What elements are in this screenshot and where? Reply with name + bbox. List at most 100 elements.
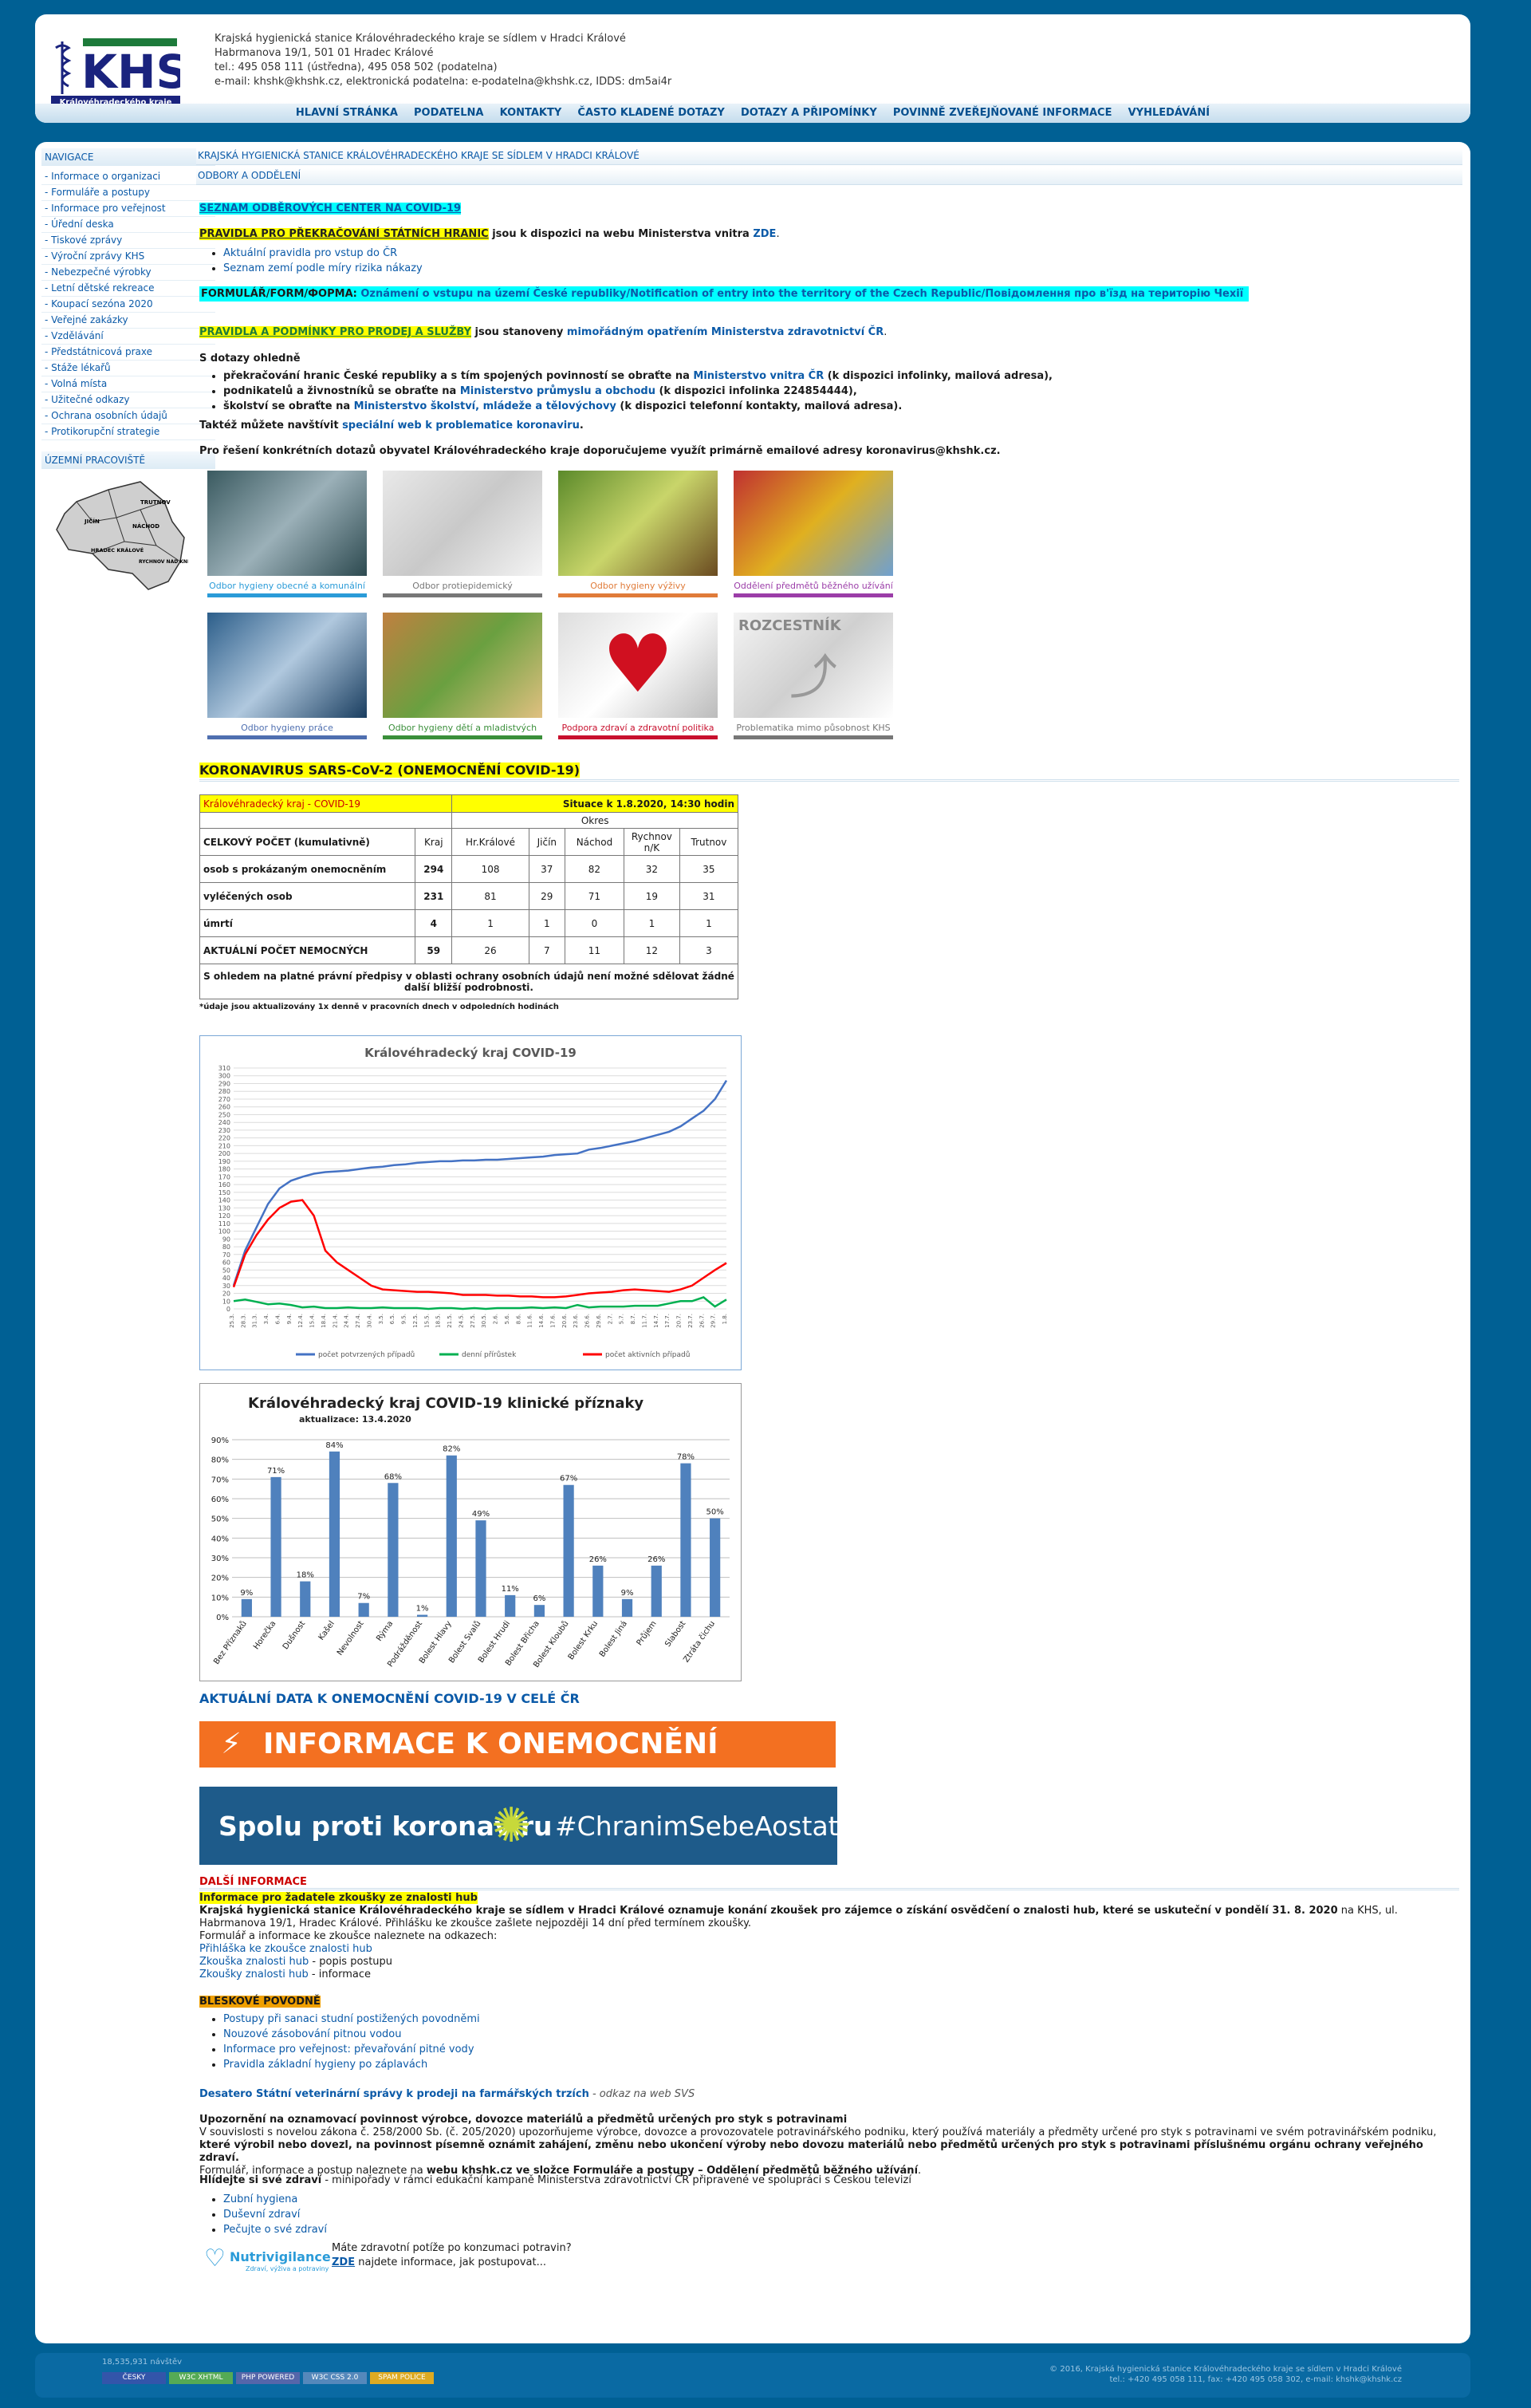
y-tick-label: 90 <box>222 1236 230 1243</box>
department-photo <box>207 471 367 576</box>
nav-podatelna[interactable]: PODATELNA <box>414 104 483 123</box>
x-tick-label: 3.5. <box>378 1314 384 1324</box>
department-tile[interactable]: ♥ Podpora zdraví a zdravotní politika <box>558 613 718 740</box>
x-tick-label: 29.7. <box>710 1314 717 1328</box>
x-tick-label: 26.6. <box>584 1314 591 1328</box>
svg-text:TRUTNOV: TRUTNOV <box>140 499 171 506</box>
sidebar-item[interactable]: - Veřejné zakázky <box>41 313 215 329</box>
sidebar-item[interactable]: - Koupací sezóna 2020 <box>41 297 215 313</box>
x-tick-label: 30.5. <box>481 1314 487 1328</box>
bar-data-label: 18% <box>297 1571 314 1580</box>
chart-subtitle: aktualizace: 13.4.2020 <box>299 1414 411 1425</box>
table-row: osob s prokázaným onemocněním 294 108 37 82 3… <box>199 855 739 883</box>
x-tick-label: 2.6. <box>493 1314 499 1324</box>
bar-data-label: 26% <box>589 1555 607 1564</box>
sidebar-item[interactable]: - Protikorupční strategie <box>41 424 215 440</box>
region-map[interactable]: TRUTNOV JIČÍN NÁCHOD HRADEC KRÁLOVÉ RYCH… <box>53 474 215 597</box>
header-address: Krajská hygienická stanice Královéhradec… <box>214 33 672 88</box>
rules-link[interactable]: Aktuální pravidla pro vstup do ČR <box>223 247 397 259</box>
covid-line-chart: Královéhradecký kraj COVID-19 0 10 20 30 40 50… <box>199 1035 742 1370</box>
x-tick-label: 5.6. <box>504 1314 510 1324</box>
chranim-banner[interactable]: Spolu proti koronaviru ✺ #ChranimSebeAos… <box>199 1787 863 1865</box>
sidebar-item[interactable]: - Nebezpečné výrobky <box>41 265 215 281</box>
nav-search[interactable]: VYHLEDÁVÁNÍ <box>1128 104 1210 123</box>
y-tick-label: 230 <box>218 1127 230 1134</box>
department-tile[interactable]: Odbor protiepidemický <box>383 471 542 598</box>
hlidejte-list: Zubní hygiena Duševní zdraví Pečujte o s… <box>199 2192 327 2237</box>
department-tile[interactable]: Odbor hygieny práce <box>207 613 367 740</box>
aktualni-link[interactable]: AKTUÁLNÍ DATA K ONEMOCNĚNÍ COVID-19 V CE… <box>199 1691 580 1706</box>
footer-badge[interactable]: PHP POWERED <box>236 2372 300 2384</box>
sidebar-item[interactable]: - Letní dětské rekreace <box>41 281 215 297</box>
footer-badge[interactable]: SPAM POLICE <box>370 2372 434 2384</box>
nav-home[interactable]: HLAVNÍ STRÁNKA <box>296 104 398 123</box>
sidebar-item[interactable]: - Informace pro veřejnost <box>41 201 215 217</box>
svg-text:NÁCHOD: NÁCHOD <box>132 522 159 530</box>
x-tick-label: 17.7. <box>664 1314 671 1328</box>
x-tick-label: 11.7. <box>641 1314 647 1328</box>
main-panel: NAVIGACE - Informace o organizaci - Formu… <box>35 142 1470 2343</box>
x-tick-label: 27.4. <box>355 1314 361 1328</box>
table-footnote: *údaje jsou aktualizovány 1x denně v pra… <box>199 1003 559 1011</box>
y-tick-label: 70% <box>211 1476 229 1484</box>
x-tick-label: 20.7. <box>676 1314 683 1328</box>
breadcrumb[interactable]: KRAJSKÁ HYGIENICKÁ STANICE KRÁLOVÉHRADEC… <box>196 148 1462 165</box>
department-photo: ROZCESTNÍK ⤴ <box>734 613 893 718</box>
sidebar-item[interactable]: - Užitečné odkazy <box>41 392 215 408</box>
sidebar-item[interactable]: - Předstátnicová praxe <box>41 345 215 361</box>
sidebar-item[interactable]: - Formuláře a postupy <box>41 185 215 201</box>
x-tick-label: Kašel <box>317 1619 337 1642</box>
sidebar-item[interactable]: - Stáže lékařů <box>41 361 215 376</box>
series-line-1 <box>233 1295 727 1310</box>
department-tile[interactable]: Odbor hygieny obecné a komunální <box>207 471 367 598</box>
sidebar-item[interactable]: - Tiskové zprávy <box>41 233 215 249</box>
x-tick-label: 2.7. <box>607 1314 613 1324</box>
entry-form-link[interactable]: FORMULÁŘ/FORM/ФОРМА: Oznámení o vstupu n… <box>199 286 1249 301</box>
department-caption: Odbor hygieny práce <box>241 723 333 733</box>
x-tick-label: 5.7. <box>619 1314 625 1324</box>
x-tick-label: 26.7. <box>699 1314 705 1328</box>
countries-link[interactable]: Seznam zemí podle míry rizika nákazy <box>223 262 423 274</box>
nav-faq[interactable]: ČASTO KLADENÉ DOTAZY <box>577 104 724 123</box>
sidebar-item[interactable]: - Vzdělávání <box>41 329 215 345</box>
hub-info: Informace pro žadatele zkoušky ze znalos… <box>199 1892 1398 1980</box>
footer-badge[interactable]: W3C XHTML <box>169 2372 233 2384</box>
nutrivigilance-logo[interactable]: ♡ Nutrivigilance Zdraví, výživa a potrav… <box>204 2244 332 2272</box>
povodne-heading: BLESKOVÉ POVODNĚ <box>199 1996 321 2008</box>
y-tick-label: 140 <box>218 1197 230 1204</box>
main-nav: HLAVNÍ STRÁNKA PODATELNA KONTAKTY ČASTO … <box>35 104 1470 123</box>
y-tick-label: 50 <box>222 1267 230 1274</box>
legend-label: denní přírůstek <box>462 1350 517 1359</box>
sidebar-item[interactable]: - Volná místa <box>41 376 215 392</box>
sidebar-item[interactable]: - Ochrana osobních údajů <box>41 408 215 424</box>
footer-badge[interactable]: ČESKY <box>102 2372 166 2384</box>
x-tick-label: 15.5. <box>423 1314 430 1328</box>
bar-data-label: 9% <box>240 1589 253 1598</box>
nav-kontakty[interactable]: KONTAKTY <box>500 104 562 123</box>
bar-data-label: 67% <box>560 1475 577 1484</box>
virus-flash-icon: ⚡ <box>221 1728 242 1760</box>
y-tick-label: 120 <box>218 1212 230 1220</box>
sidebar-item[interactable]: - Informace o organizaci <box>41 169 215 185</box>
department-tile[interactable]: Odbor hygieny výživy <box>558 471 718 598</box>
nav-povinne[interactable]: POVINNĚ ZVEŘEJŇOVANÉ INFORMACE <box>893 104 1112 123</box>
bar <box>621 1598 633 1617</box>
covid-info-banner[interactable]: ⚡INFORMACE K ONEMOCNĚNÍ COVID-19 <box>199 1721 836 1807</box>
y-tick-label: 110 <box>218 1220 230 1228</box>
section-title: ODBORY A ODDĚLENÍ <box>196 168 1462 185</box>
khs-logo[interactable]: KHS Královéhradeckého kraje <box>51 35 189 108</box>
footer-badge[interactable]: W3C CSS 2.0 <box>303 2372 367 2384</box>
sales-rules: PRAVIDLA A PODMÍNKY PRO PRODEJ A SLUŽBY … <box>199 326 888 338</box>
nav-dotazy[interactable]: DOTAZY A PŘIPOMÍNKY <box>741 104 877 123</box>
sidebar-item[interactable]: - Úřední deska <box>41 217 215 233</box>
sidebar-item[interactable]: - Výroční zprávy KHS <box>41 249 215 265</box>
x-tick-label: 15.4. <box>309 1314 316 1328</box>
department-tile[interactable]: ROZCESTNÍK ⤴ Problematika mimo působnost K… <box>734 613 893 740</box>
department-tile[interactable]: Oddělení předmětů běžného užívání <box>734 471 893 598</box>
department-tile[interactable]: Odbor hygieny dětí a mladistvých <box>383 613 542 740</box>
x-tick-label: 18.5. <box>435 1314 442 1328</box>
x-tick-label: 8.7. <box>630 1314 636 1324</box>
x-tick-label: Nevolnost <box>336 1619 366 1657</box>
testing-centers-link[interactable]: SEZNAM ODBĚROVÝCH CENTER NA COVID-19 <box>199 203 462 215</box>
zde-link[interactable]: ZDE <box>753 228 776 240</box>
